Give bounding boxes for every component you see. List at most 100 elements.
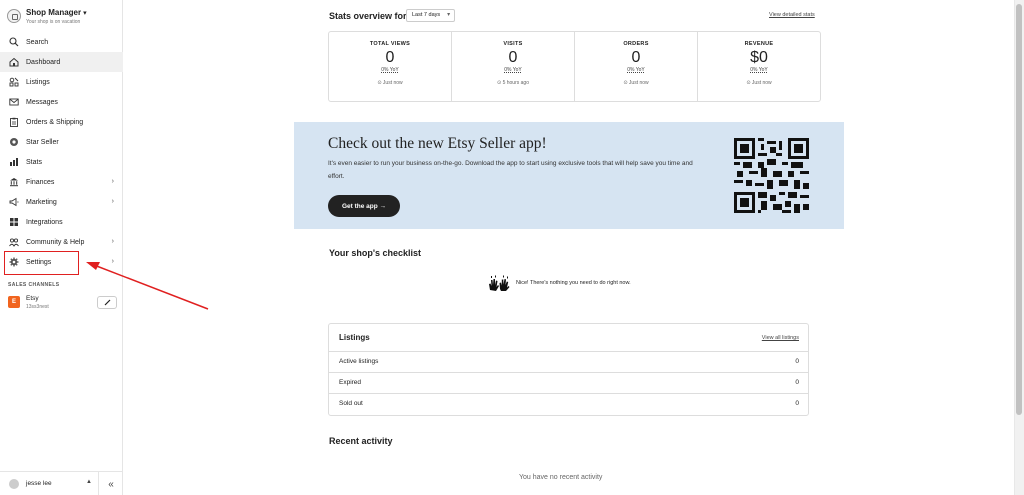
stat-updated-time: ⊙ 5 hours ago bbox=[497, 80, 529, 86]
sidebar-item-label: Finances bbox=[26, 178, 55, 186]
stat-yoy: 0% YoY bbox=[750, 67, 768, 73]
listings-row-expired[interactable]: Expired 0 bbox=[329, 373, 808, 394]
sidebar: Shop Manager ▾ Your shop is on vacation S… bbox=[0, 0, 123, 495]
stat-value: $0 bbox=[750, 49, 768, 66]
people-icon bbox=[9, 237, 19, 247]
stat-label: REVENUE bbox=[744, 41, 774, 47]
stat-yoy: 0% YoY bbox=[381, 67, 399, 73]
shop-title: Shop Manager bbox=[26, 8, 82, 17]
sidebar-item-integrations[interactable]: Integrations bbox=[0, 212, 123, 232]
listings-row-sold-out[interactable]: Sold out 0 bbox=[329, 394, 808, 415]
etsy-badge-icon: E bbox=[8, 296, 20, 308]
banner-text: It's even easier to run your business on… bbox=[328, 160, 693, 180]
stat-value: 0 bbox=[508, 49, 518, 66]
sidebar-footer: jesse lee ▲ « bbox=[0, 471, 123, 495]
listings-row-label: Sold out bbox=[339, 400, 363, 407]
sidebar-nav: Search Dashboard Listings Messages Order… bbox=[0, 32, 123, 272]
sidebar-item-label: Stats bbox=[26, 158, 42, 166]
listings-row-count: 0 bbox=[795, 358, 799, 365]
stat-visits[interactable]: VISITS 0 0% YoY ⊙ 5 hours ago bbox=[452, 32, 575, 101]
shop-logo-icon bbox=[7, 9, 21, 23]
stats-grid: TOTAL VIEWS 0 0% YoY ⊙ Just now VISITS 0… bbox=[328, 31, 821, 102]
stat-revenue[interactable]: REVENUE $0 0% YoY ⊙ Just now bbox=[698, 32, 820, 101]
listings-row-label: Active listings bbox=[339, 358, 379, 365]
sidebar-item-label: Listings bbox=[26, 78, 50, 86]
sidebar-item-marketing[interactable]: Marketing › bbox=[0, 192, 123, 212]
home-icon bbox=[9, 57, 19, 67]
stat-value: 0 bbox=[631, 49, 641, 66]
user-name[interactable]: jesse lee bbox=[26, 480, 52, 487]
banner-title: Check out the new Etsy Seller app! bbox=[328, 135, 547, 152]
stat-yoy: 0% YoY bbox=[627, 67, 645, 73]
sidebar-item-label: Star Seller bbox=[26, 138, 59, 146]
get-the-app-button[interactable]: Get the app → bbox=[328, 195, 400, 217]
megaphone-icon bbox=[9, 197, 19, 207]
star-seller-icon bbox=[9, 137, 19, 147]
checklist-title: Your shop's checklist bbox=[329, 248, 421, 258]
stat-orders[interactable]: ORDERS 0 0% YoY ⊙ Just now bbox=[575, 32, 698, 101]
stat-label: VISITS bbox=[503, 41, 523, 47]
envelope-icon bbox=[9, 97, 19, 107]
listings-row-label: Expired bbox=[339, 379, 362, 386]
stat-updated-time: ⊙ Just now bbox=[623, 80, 649, 86]
sidebar-item-dashboard[interactable]: Dashboard bbox=[0, 52, 123, 72]
channel-name: Etsy bbox=[26, 295, 39, 302]
settings-highlight-annotation bbox=[4, 251, 79, 275]
bar-chart-icon bbox=[9, 157, 19, 167]
bank-icon bbox=[9, 177, 19, 187]
stat-label: ORDERS bbox=[623, 41, 649, 47]
sidebar-item-label: Community & Help bbox=[26, 238, 85, 246]
pencil-icon bbox=[104, 299, 110, 306]
stats-overview-title: Stats overview for bbox=[329, 11, 407, 21]
view-detailed-stats-link[interactable]: View detailed stats bbox=[769, 12, 815, 18]
grid-icon bbox=[9, 217, 19, 227]
avatar[interactable] bbox=[9, 479, 19, 489]
scrollbar-thumb[interactable] bbox=[1016, 4, 1022, 415]
recent-activity-title: Recent activity bbox=[329, 436, 393, 446]
listings-header: Listings View all listings bbox=[329, 324, 808, 352]
qr-code-icon bbox=[734, 138, 809, 213]
sidebar-item-search[interactable]: Search bbox=[0, 32, 123, 52]
listings-card: Listings View all listings Active listin… bbox=[328, 323, 809, 416]
channel-shop-name: 13ss3nest bbox=[26, 304, 49, 310]
sidebar-item-stats[interactable]: Stats bbox=[0, 152, 123, 172]
sidebar-item-label: Marketing bbox=[26, 198, 57, 206]
sidebar-item-label: Orders & Shipping bbox=[26, 118, 84, 126]
sales-channel-etsy[interactable]: E Etsy 13ss3nest bbox=[8, 294, 120, 314]
stat-updated-time: ⊙ Just now bbox=[746, 80, 772, 86]
checklist-message: Nice! There's nothing you need to do rig… bbox=[516, 280, 631, 286]
sidebar-item-listings[interactable]: Listings bbox=[0, 72, 123, 92]
stat-value: 0 bbox=[385, 49, 395, 66]
view-all-listings-link[interactable]: View all listings bbox=[762, 335, 799, 341]
seller-app-banner: Check out the new Etsy Seller app! It's … bbox=[294, 122, 844, 229]
chevron-right-icon: › bbox=[111, 258, 114, 265]
chevron-right-icon: › bbox=[111, 198, 114, 205]
sidebar-item-label: Search bbox=[26, 38, 49, 46]
sidebar-item-messages[interactable]: Messages bbox=[0, 92, 123, 112]
recent-activity-empty: You have no recent activity bbox=[519, 474, 603, 481]
listings-row-active[interactable]: Active listings 0 bbox=[329, 352, 808, 373]
date-range-select[interactable]: Last 7 days bbox=[406, 9, 456, 22]
caret-down-icon: ▾ bbox=[83, 10, 87, 17]
search-icon bbox=[9, 37, 19, 47]
edit-channel-button[interactable] bbox=[97, 296, 117, 309]
sidebar-item-star-seller[interactable]: Star Seller bbox=[0, 132, 123, 152]
stat-total-views[interactable]: TOTAL VIEWS 0 0% YoY ⊙ Just now bbox=[329, 32, 452, 101]
sidebar-item-community-help[interactable]: Community & Help › bbox=[0, 232, 123, 252]
listings-title: Listings bbox=[339, 333, 370, 342]
listings-row-count: 0 bbox=[795, 400, 799, 407]
collapse-sidebar-button[interactable]: « bbox=[98, 472, 123, 495]
caret-up-icon[interactable]: ▲ bbox=[86, 479, 92, 485]
stat-updated-time: ⊙ Just now bbox=[377, 80, 403, 86]
shop-manager-header[interactable]: Shop Manager ▾ Your shop is on vacation bbox=[7, 7, 122, 29]
sales-channels-header: SALES CHANNELS bbox=[8, 282, 60, 288]
sidebar-item-label: Messages bbox=[26, 98, 58, 106]
page-scrollbar[interactable] bbox=[1014, 0, 1024, 495]
clipboard-icon bbox=[9, 117, 19, 127]
chevron-right-icon: › bbox=[111, 238, 114, 245]
sidebar-item-label: Dashboard bbox=[26, 58, 61, 66]
sidebar-item-label: Integrations bbox=[26, 218, 63, 226]
listings-icon bbox=[9, 77, 19, 87]
sidebar-item-finances[interactable]: Finances › bbox=[0, 172, 123, 192]
sidebar-item-orders-shipping[interactable]: Orders & Shipping bbox=[0, 112, 123, 132]
